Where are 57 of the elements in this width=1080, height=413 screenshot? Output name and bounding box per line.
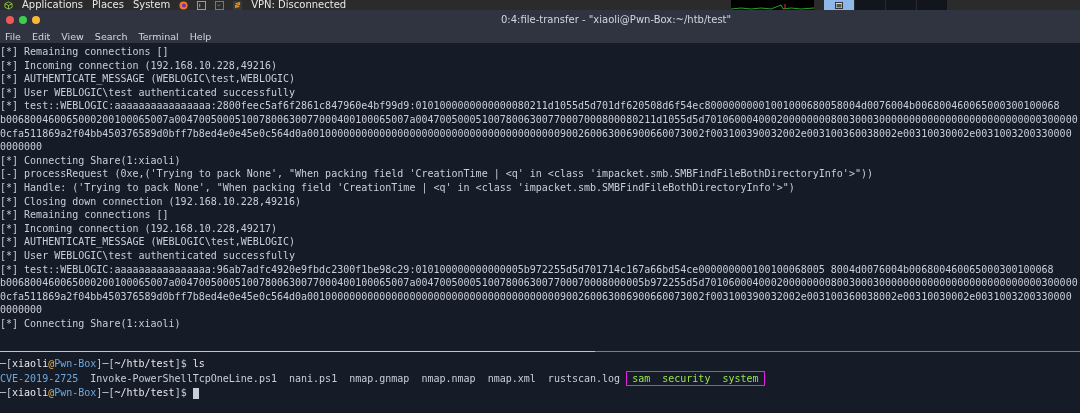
output-line: [*] AUTHENTICATE_MESSAGE (WEBLOGIC\test,WEBLOGIC) <box>0 72 295 86</box>
terminal-icon[interactable] <box>215 0 225 10</box>
output-line: 0000000 <box>0 303 43 317</box>
file-name: sam <box>632 371 651 386</box>
workspace-tile[interactable] <box>886 0 916 10</box>
output-line: [*] User WEBLOGIC\test authenticated successfully <box>0 248 295 263</box>
prompt-line: ─[xiaoli@Pwn-Box]─[~/htb/test]$ ls <box>0 357 205 371</box>
output-line: [*] test::WEBLOGIC:aaaaaaaaaaaaaaaa:2800feec5af6f2861c847960e4bf99d9:0101000000000000080211d1055d5d701df620508d6f54ec80000000001001000680058004d0076004b006800460065000300100068 <box>0 99 1060 113</box>
output-line: [*] Closing down connection (192.168.10.228,49216) <box>0 194 302 209</box>
output-line: [*] User WEBLOGIC\test authenticated successfully <box>0 85 295 100</box>
workspace-tile[interactable] <box>824 0 854 10</box>
menu-item[interactable]: File <box>1 29 25 43</box>
workspace-tile[interactable] <box>917 0 947 10</box>
maximize-button[interactable] <box>18 15 27 24</box>
output-line: 0cfa511869a2f04bb450376589d0bff7b8ed4e0e45e0c564d0a001000000000000000000000000000000000000000900260063006900660073002f003100390032002e003100360038002e00310030002e0031003200330000 <box>0 289 1072 304</box>
window-title: 0:4:file-transfer - "xiaoli@Pwn-Box:~/htb/test" <box>501 14 732 25</box>
panel-menu[interactable]: Places <box>92 0 124 10</box>
output-line: b006800460065000200100065007a004700500051007800630077000400100065007a00470050005100780063007700070008000005b972255d5d70106000400020000000080030003000000000000000000000000000300000 <box>0 276 1078 290</box>
output-line: [*] Handle: ('Trying to pack None', "When packing field 'CreationTime | <q' in <class 'impacket.smb.SMBFindFileBothDirectoryInfo'>") <box>0 180 795 195</box>
output-line: [*] test::WEBLOGIC:aaaaaaaaaaaaaaaa:96ab7adfc4920e9fbdc2300f1be98c29:010100000000000005b972255d5d701714c167a66bd54ce000000000100100068005 8004d0076004b006800460065000300100068 <box>0 262 1054 277</box>
file-name: nani.ps1 <box>289 371 338 386</box>
output-line: [-] processRequest (0xe,('Trying to pack None', "When packing field 'CreationTime | <q' in <class 'impacket.smb.SMBFindFileBothDirectoryInfo'>")) <box>0 167 873 181</box>
output-line: 0000000 <box>0 140 43 154</box>
file-name: nmap.gnmap <box>349 371 410 386</box>
output-line: 0cfa511869a2f04bb450376589d0bff7b8ed4e0e45e0c564d0a001000000000000000000000000000000000000000900260063006900660073002f003100390032002e003100360038002e00310030002e0031003200330000 <box>0 126 1072 141</box>
file-name: nmap.nmap <box>421 371 476 386</box>
panel-menu[interactable]: System <box>132 0 171 10</box>
cube-icon[interactable] <box>4 0 13 10</box>
output-line: [*] Connecting Share(1:xiaoli) <box>0 153 181 168</box>
close-button[interactable] <box>5 15 14 24</box>
file-name: Invoke-PowerShellTcpOneLine.ps1 <box>90 371 277 386</box>
menu-item[interactable]: Terminal <box>134 29 183 43</box>
output-line: [*] Incoming connection (192.168.10.228,49217) <box>0 221 277 236</box>
file-name: security <box>662 371 711 386</box>
terminal-icon[interactable] <box>197 0 207 10</box>
output-line: [*] Connecting Share(1:xiaoli) <box>0 316 181 331</box>
output-line: b006800460065000200100065007a004700500051007800630077000400100065007a0047005000510078006300770007000800080211d1055d5d70106000400020000000080030003000000000000000000000000000300000 <box>0 112 1078 127</box>
prompt-line: ─[xiaoli@Pwn-Box]─[~/htb/test]$ <box>0 386 188 400</box>
output-line: [*] Incoming connection (192.168.10.228,49216) <box>0 58 277 73</box>
editor-icon[interactable] <box>233 0 243 10</box>
file-name: nmap.xml <box>487 371 536 386</box>
window-icon <box>835 1 843 9</box>
panel-menu[interactable]: Applications <box>22 0 84 10</box>
output-line: [*] Remaining connections [] <box>0 208 169 222</box>
minimize-button[interactable] <box>31 15 40 24</box>
file-name: CVE-2019-2725 <box>0 371 79 386</box>
output-line: [*] AUTHENTICATE_MESSAGE (WEBLOGIC\test,WEBLOGIC) <box>0 235 295 249</box>
menu-item[interactable]: View <box>57 29 88 43</box>
menu-item[interactable]: Search <box>90 29 132 43</box>
workspace-tile[interactable] <box>855 0 885 10</box>
browser-icon[interactable] <box>179 0 189 10</box>
output-line: [*] Remaining connections [] <box>0 45 169 59</box>
file-name: system <box>722 371 759 386</box>
vpn-status: VPN: Disconnected <box>251 0 347 10</box>
file-name: rustscan.log <box>547 371 621 386</box>
menu-item[interactable]: Edit <box>27 29 55 43</box>
menu-item[interactable]: Help <box>185 29 216 43</box>
